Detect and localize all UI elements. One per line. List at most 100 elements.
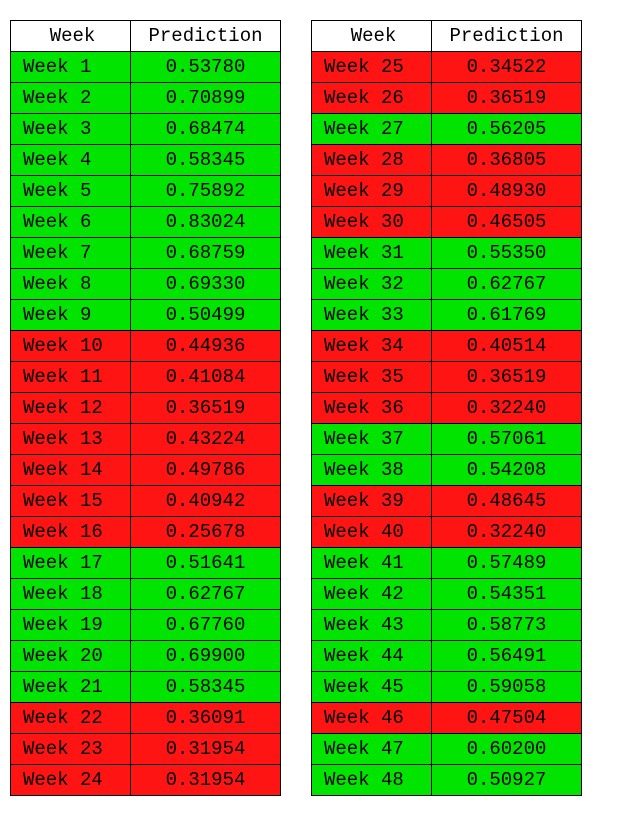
- table-row: Week 70.68759: [11, 238, 281, 269]
- week-cell: Week 12: [11, 393, 131, 424]
- table-row: Week 390.48645: [312, 486, 582, 517]
- prediction-cell: 0.25678: [131, 517, 281, 548]
- week-cell: Week 6: [11, 207, 131, 238]
- prediction-cell: 0.69330: [131, 269, 281, 300]
- table-row: Week 240.31954: [11, 765, 281, 796]
- week-cell: Week 18: [11, 579, 131, 610]
- prediction-cell: 0.57489: [432, 548, 582, 579]
- table-row: Week 50.75892: [11, 176, 281, 207]
- week-cell: Week 26: [312, 83, 432, 114]
- prediction-cell: 0.54208: [432, 455, 582, 486]
- table-row: Week 320.62767: [312, 269, 582, 300]
- week-cell: Week 37: [312, 424, 432, 455]
- table-row: Week 100.44936: [11, 331, 281, 362]
- week-cell: Week 4: [11, 145, 131, 176]
- week-cell: Week 48: [312, 765, 432, 796]
- table-row: Week 30.68474: [11, 114, 281, 145]
- prediction-cell: 0.32240: [432, 517, 582, 548]
- prediction-cell: 0.50927: [432, 765, 582, 796]
- week-cell: Week 34: [312, 331, 432, 362]
- week-cell: Week 10: [11, 331, 131, 362]
- prediction-cell: 0.36519: [432, 362, 582, 393]
- prediction-cell: 0.40514: [432, 331, 582, 362]
- prediction-cell: 0.43224: [131, 424, 281, 455]
- prediction-cell: 0.53780: [131, 52, 281, 83]
- table-row: Week 180.62767: [11, 579, 281, 610]
- table-row: Week 80.69330: [11, 269, 281, 300]
- prediction-cell: 0.44936: [131, 331, 281, 362]
- header-prediction: Prediction: [131, 21, 281, 52]
- prediction-cell: 0.36805: [432, 145, 582, 176]
- prediction-cell: 0.49786: [131, 455, 281, 486]
- week-cell: Week 35: [312, 362, 432, 393]
- week-cell: Week 20: [11, 641, 131, 672]
- prediction-cell: 0.34522: [432, 52, 582, 83]
- week-cell: Week 32: [312, 269, 432, 300]
- prediction-cell: 0.56491: [432, 641, 582, 672]
- prediction-cell: 0.75892: [131, 176, 281, 207]
- table-row: Week 60.83024: [11, 207, 281, 238]
- week-cell: Week 40: [312, 517, 432, 548]
- week-cell: Week 11: [11, 362, 131, 393]
- prediction-cell: 0.36519: [131, 393, 281, 424]
- table-row: Week 40.58345: [11, 145, 281, 176]
- table-row: Week 230.31954: [11, 734, 281, 765]
- prediction-cell: 0.50499: [131, 300, 281, 331]
- header-row: Week Prediction: [11, 21, 281, 52]
- table-row: Week 120.36519: [11, 393, 281, 424]
- week-cell: Week 1: [11, 52, 131, 83]
- prediction-table-right: Week Prediction Week 250.34522Week 260.3…: [311, 20, 582, 796]
- table-row: Week 210.58345: [11, 672, 281, 703]
- week-cell: Week 46: [312, 703, 432, 734]
- prediction-cell: 0.32240: [432, 393, 582, 424]
- prediction-cell: 0.31954: [131, 734, 281, 765]
- table-row: Week 10.53780: [11, 52, 281, 83]
- table-row: Week 450.59058: [312, 672, 582, 703]
- week-cell: Week 29: [312, 176, 432, 207]
- prediction-cell: 0.58345: [131, 672, 281, 703]
- prediction-cell: 0.70899: [131, 83, 281, 114]
- week-cell: Week 2: [11, 83, 131, 114]
- week-cell: Week 19: [11, 610, 131, 641]
- table-row: Week 460.47504: [312, 703, 582, 734]
- week-cell: Week 43: [312, 610, 432, 641]
- table-row: Week 440.56491: [312, 641, 582, 672]
- prediction-cell: 0.40942: [131, 486, 281, 517]
- week-cell: Week 25: [312, 52, 432, 83]
- table-row: Week 370.57061: [312, 424, 582, 455]
- table-row: Week 300.46505: [312, 207, 582, 238]
- table-row: Week 130.43224: [11, 424, 281, 455]
- week-cell: Week 31: [312, 238, 432, 269]
- week-cell: Week 24: [11, 765, 131, 796]
- prediction-cell: 0.56205: [432, 114, 582, 145]
- week-cell: Week 27: [312, 114, 432, 145]
- prediction-cell: 0.55350: [432, 238, 582, 269]
- header-week: Week: [312, 21, 432, 52]
- prediction-cell: 0.60200: [432, 734, 582, 765]
- week-cell: Week 7: [11, 238, 131, 269]
- table-row: Week 150.40942: [11, 486, 281, 517]
- header-week: Week: [11, 21, 131, 52]
- week-cell: Week 15: [11, 486, 131, 517]
- week-cell: Week 36: [312, 393, 432, 424]
- prediction-cell: 0.54351: [432, 579, 582, 610]
- week-cell: Week 44: [312, 641, 432, 672]
- prediction-table-left: Week Prediction Week 10.53780Week 20.708…: [10, 20, 281, 796]
- prediction-cell: 0.47504: [432, 703, 582, 734]
- header-prediction: Prediction: [432, 21, 582, 52]
- week-cell: Week 42: [312, 579, 432, 610]
- week-cell: Week 17: [11, 548, 131, 579]
- week-cell: Week 45: [312, 672, 432, 703]
- table-row: Week 420.54351: [312, 579, 582, 610]
- prediction-cell: 0.58773: [432, 610, 582, 641]
- week-cell: Week 9: [11, 300, 131, 331]
- prediction-cell: 0.58345: [131, 145, 281, 176]
- table-row: Week 110.41084: [11, 362, 281, 393]
- week-cell: Week 23: [11, 734, 131, 765]
- table-row: Week 310.55350: [312, 238, 582, 269]
- week-cell: Week 39: [312, 486, 432, 517]
- table-row: Week 470.60200: [312, 734, 582, 765]
- table-row: Week 190.67760: [11, 610, 281, 641]
- table-row: Week 140.49786: [11, 455, 281, 486]
- prediction-cell: 0.62767: [432, 269, 582, 300]
